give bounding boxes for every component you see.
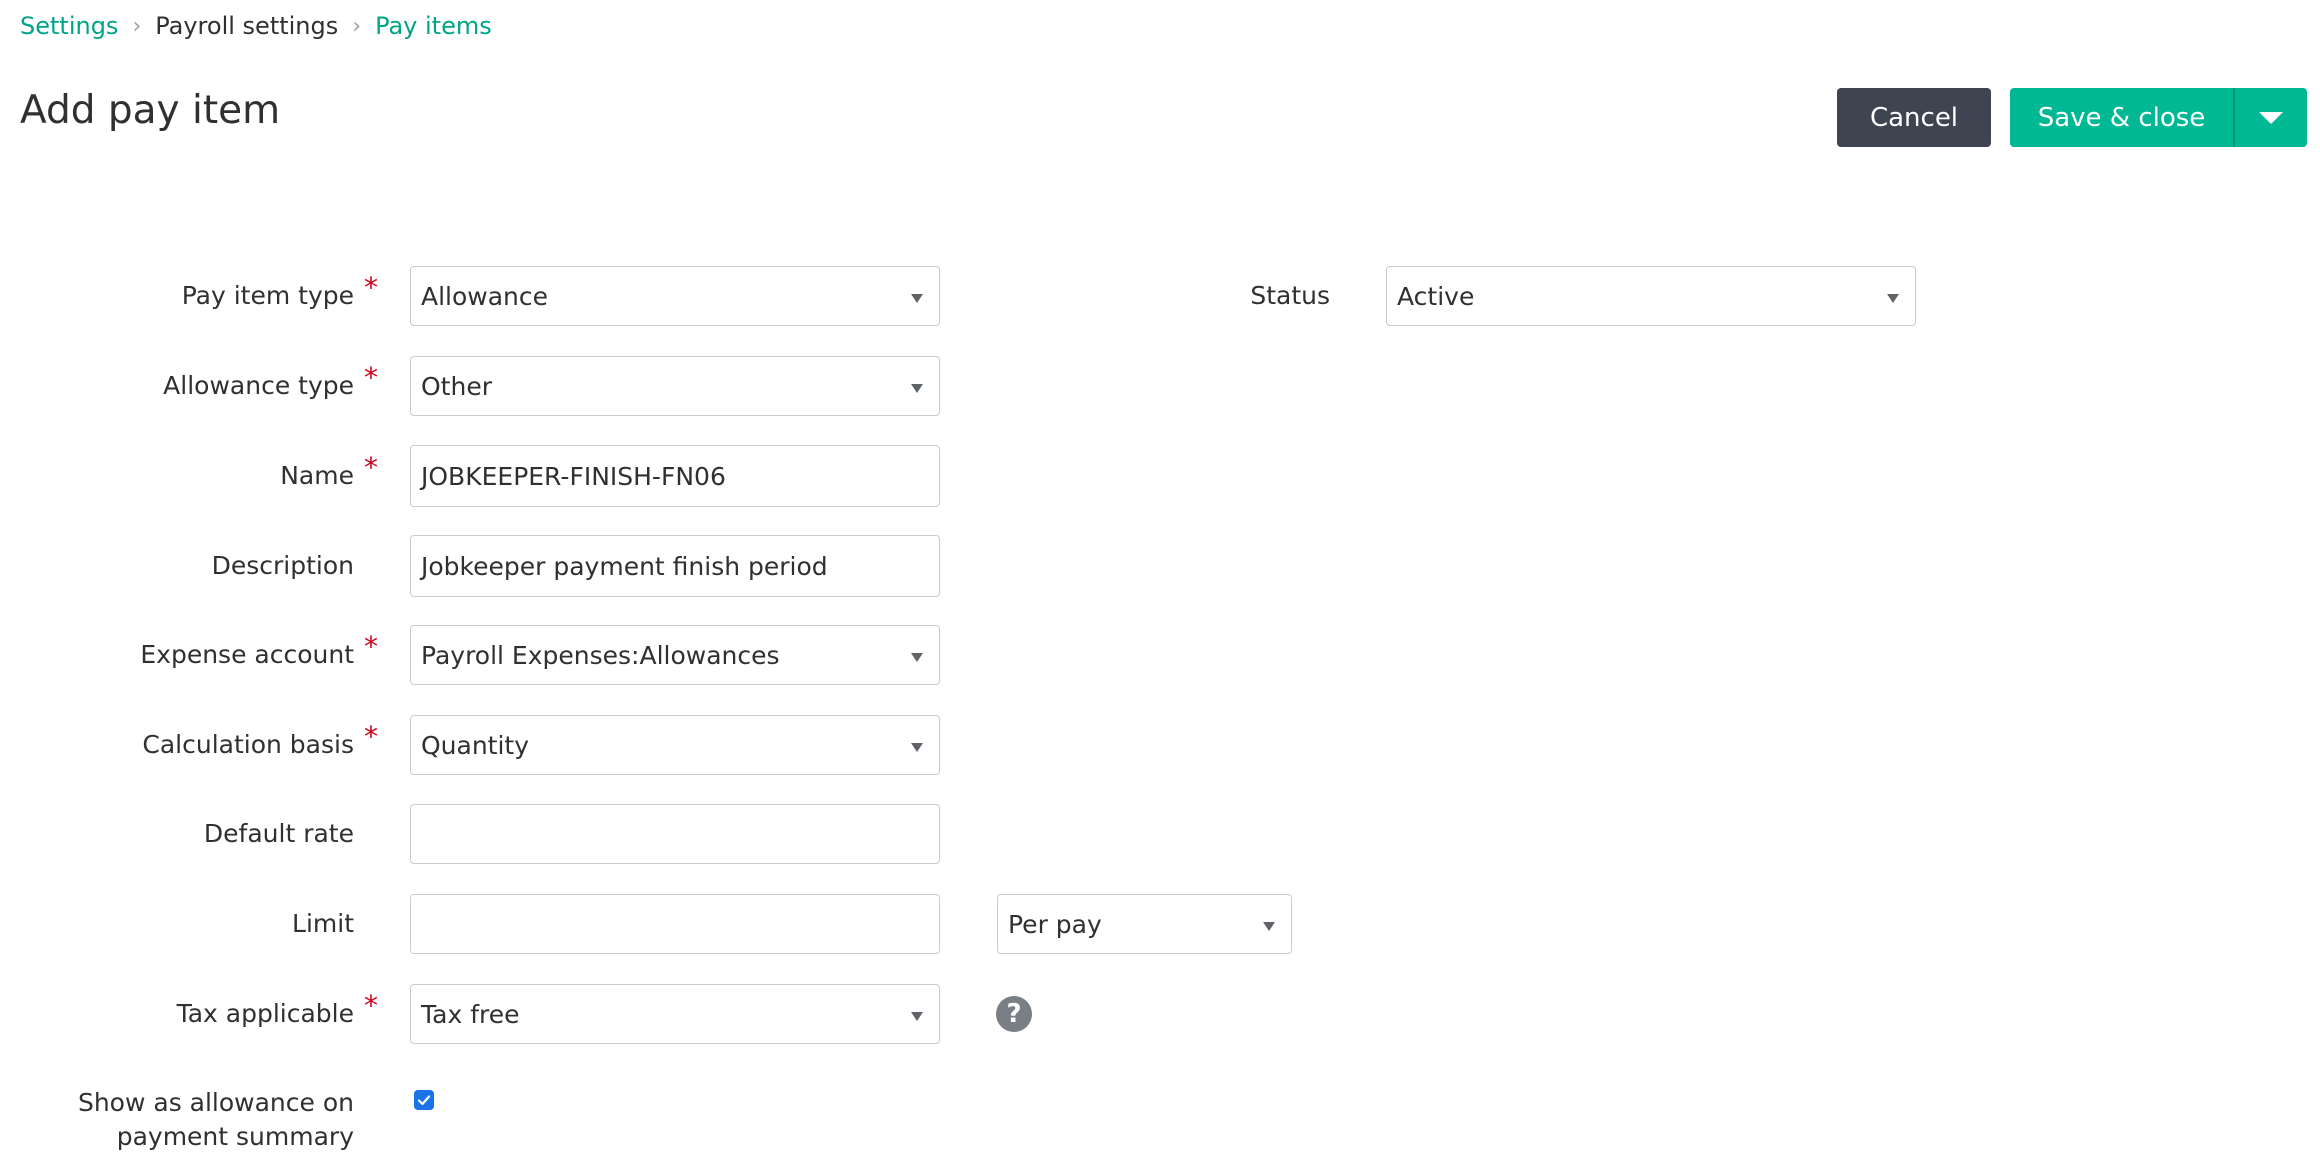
pay-item-type-label: Pay item type [181,281,354,310]
breadcrumb-pay-items[interactable]: Pay items [375,12,492,40]
caret-down-icon [1263,922,1275,931]
required-marker: * [364,361,378,394]
show-allowance-label: Show as allowance on payment summary [78,1086,354,1154]
save-button-group: Save & close [2010,88,2307,147]
required-marker: * [364,630,378,663]
description-input[interactable]: Jobkeeper payment finish period [410,535,940,597]
default-rate-label: Default rate [203,819,354,848]
required-marker: * [364,271,378,304]
limit-input[interactable] [410,894,940,954]
required-marker: * [364,451,378,484]
save-options-dropdown-button[interactable] [2235,88,2307,147]
allowance-type-label: Allowance type [163,371,354,400]
name-label: Name [280,461,354,490]
expense-account-label: Expense account [140,640,354,669]
caret-down-icon [911,743,923,752]
breadcrumb-settings[interactable]: Settings [20,12,118,40]
required-marker: * [364,720,378,753]
limit-label: Limit [292,909,354,938]
tax-applicable-select[interactable]: Tax free [410,984,940,1044]
limit-period-select[interactable]: Per pay [997,894,1292,954]
caret-down-icon [2259,111,2283,124]
calculation-basis-select[interactable]: Quantity [410,715,940,775]
allowance-type-value: Other [421,371,492,401]
show-allowance-checkbox[interactable] [414,1090,434,1110]
default-rate-input[interactable] [410,804,940,864]
status-value: Active [1397,281,1475,311]
pay-item-type-select[interactable]: Allowance [410,266,940,326]
calculation-basis-value: Quantity [421,730,530,760]
show-allowance-label-line2: payment summary [116,1122,354,1151]
breadcrumb: Settings › Payroll settings › Pay items [20,8,492,44]
status-select[interactable]: Active [1386,266,1916,326]
description-label: Description [211,551,354,580]
question-circle-icon[interactable]: ? [996,996,1032,1032]
caret-down-icon [911,384,923,393]
checkmark-icon [417,1095,431,1106]
save-and-close-button[interactable]: Save & close [2010,88,2233,147]
name-input[interactable]: JOBKEEPER-FINISH-FN06 [410,445,940,507]
required-marker: * [364,989,378,1022]
chevron-right-icon: › [132,13,142,39]
chevron-right-icon: › [352,13,362,39]
tax-applicable-label: Tax applicable [176,999,354,1028]
caret-down-icon [911,294,923,303]
status-label: Status [1250,281,1330,310]
show-allowance-label-line1: Show as allowance on [77,1088,354,1117]
limit-period-value: Per pay [1008,909,1102,939]
pay-item-type-value: Allowance [421,281,549,311]
description-value: Jobkeeper payment finish period [421,551,828,581]
caret-down-icon [911,653,923,662]
calculation-basis-label: Calculation basis [142,730,354,759]
expense-account-select[interactable]: Payroll Expenses:Allowances [410,625,940,685]
caret-down-icon [911,1012,923,1021]
caret-down-icon [1887,294,1899,303]
breadcrumb-payroll-settings[interactable]: Payroll settings [155,12,338,40]
expense-account-value: Payroll Expenses:Allowances [421,640,780,670]
name-value: JOBKEEPER-FINISH-FN06 [421,461,726,491]
cancel-button[interactable]: Cancel [1837,88,1991,147]
tax-applicable-value: Tax free [421,999,520,1029]
page-title: Add pay item [20,88,281,133]
allowance-type-select[interactable]: Other [410,356,940,416]
